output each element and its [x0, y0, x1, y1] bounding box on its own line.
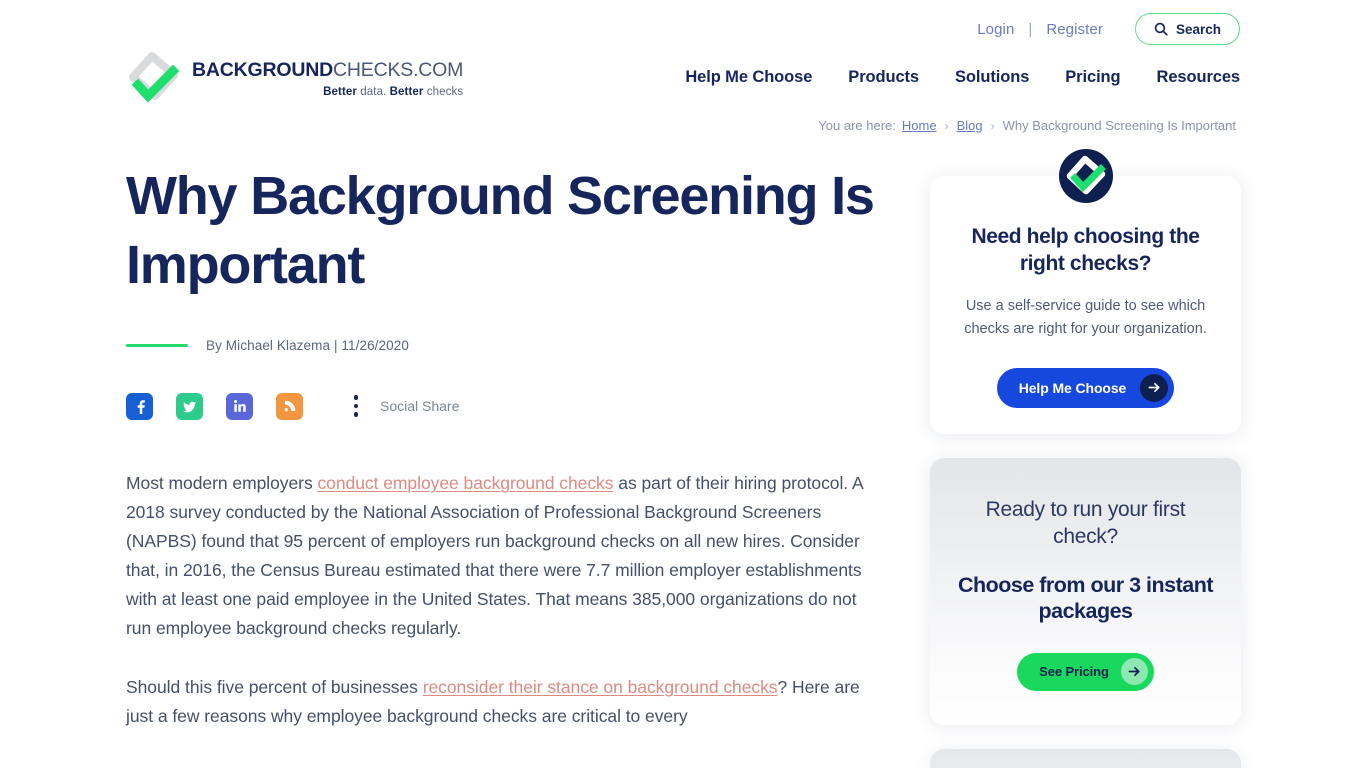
site-header: Login | Register Search BACKGROUNDCHECKS…	[0, 0, 1366, 112]
see-pricing-button[interactable]: See Pricing	[1017, 652, 1154, 691]
article-paragraph-1: Most modern employers conduct employee b…	[126, 469, 886, 643]
breadcrumb-chevron-icon-2: ›	[990, 118, 995, 133]
nav-item-solutions[interactable]: Solutions	[955, 68, 1029, 87]
logo-brand-text: BACKGROUNDCHECKS.COM	[192, 59, 464, 82]
rss-icon[interactable]	[276, 392, 303, 420]
utility-nav: Login | Register Search	[963, 13, 1240, 45]
nav-item-resources[interactable]: Resources	[1157, 68, 1241, 87]
help-me-choose-button[interactable]: Help Me Choose	[996, 367, 1175, 408]
p1-text-2: as part of their hiring protocol. A 2018…	[126, 473, 863, 639]
help-card-heading: Need help choosing the right checks?	[971, 225, 1200, 275]
breadcrumb: You are here: Home › Blog › Why Backgrou…	[818, 118, 1236, 133]
pricing-card-subheading: Choose from our 3 instant packages	[957, 573, 1214, 623]
search-icon	[1154, 22, 1168, 36]
pricing-card: Ready to run your first check? Choose fr…	[930, 457, 1241, 725]
social-share-row: Social Share	[126, 391, 886, 421]
sidebar: Need help choosing the right checks? Use…	[930, 149, 1241, 768]
nav-item-products[interactable]: Products	[848, 68, 919, 87]
breadcrumb-link-blog[interactable]: Blog	[957, 118, 983, 133]
help-choosing-card: Need help choosing the right checks? Use…	[930, 149, 1241, 434]
page-title: Why Background Screening Is Important	[126, 166, 875, 296]
breadcrumb-link-home[interactable]: Home	[902, 118, 937, 133]
register-link[interactable]: Register	[1032, 21, 1117, 38]
search-button-label: Search	[1175, 21, 1221, 37]
login-link[interactable]: Login	[963, 21, 1028, 38]
linkedin-icon[interactable]	[226, 392, 253, 420]
article-body: Most modern employers conduct employee b…	[126, 469, 886, 730]
facebook-icon[interactable]	[126, 392, 153, 420]
byline-rule	[126, 344, 188, 348]
article: Why Background Screening Is Important By…	[126, 162, 886, 731]
report-card: Get your report instantly	[930, 748, 1241, 768]
article-paragraph-2: Should this five percent of businesses r…	[126, 673, 886, 731]
breadcrumb-current: Why Background Screening Is Important	[1002, 118, 1236, 133]
logo-wordmark: BACKGROUNDCHECKS.COM Better data. Better…	[192, 59, 464, 98]
logo-diamond-check-icon	[126, 52, 182, 106]
twitter-icon[interactable]	[176, 392, 203, 420]
search-button[interactable]: Search	[1134, 13, 1240, 45]
help-me-choose-label: Help Me Choose	[1018, 379, 1127, 396]
social-share-label: Social Share	[380, 398, 460, 415]
more-vertical-icon[interactable]	[346, 391, 366, 421]
main-navigation: Help Me Choose Products Solutions Pricin…	[685, 68, 1240, 87]
breadcrumb-prefix: You are here:	[818, 118, 896, 133]
help-card-body: Use a self-service guide to see which ch…	[964, 297, 1207, 338]
badge-check-icon	[1058, 148, 1114, 204]
nav-item-help-me-choose[interactable]: Help Me Choose	[685, 68, 812, 87]
nav-item-pricing[interactable]: Pricing	[1065, 68, 1120, 87]
see-pricing-label: See Pricing	[1039, 664, 1109, 680]
inline-link-conduct-checks[interactable]: conduct employee background checks	[317, 473, 613, 493]
logo-tagline: Better data. Better checks	[323, 85, 464, 98]
p1-text-1: Most modern employers	[126, 473, 318, 494]
byline: By Michael Klazema | 11/26/2020	[126, 338, 886, 353]
pricing-card-heading: Ready to run your first check?	[985, 497, 1186, 549]
inline-link-reconsider-stance[interactable]: reconsider their stance on background ch…	[423, 677, 778, 697]
arrow-right-icon	[1140, 373, 1169, 402]
p2-text-1: Should this five percent of businesses	[126, 676, 423, 697]
site-logo[interactable]: BACKGROUNDCHECKS.COM Better data. Better…	[126, 52, 463, 106]
byline-text: By Michael Klazema | 11/26/2020	[206, 338, 409, 354]
breadcrumb-chevron-icon: ›	[944, 118, 949, 133]
arrow-right-icon-2	[1120, 658, 1148, 686]
